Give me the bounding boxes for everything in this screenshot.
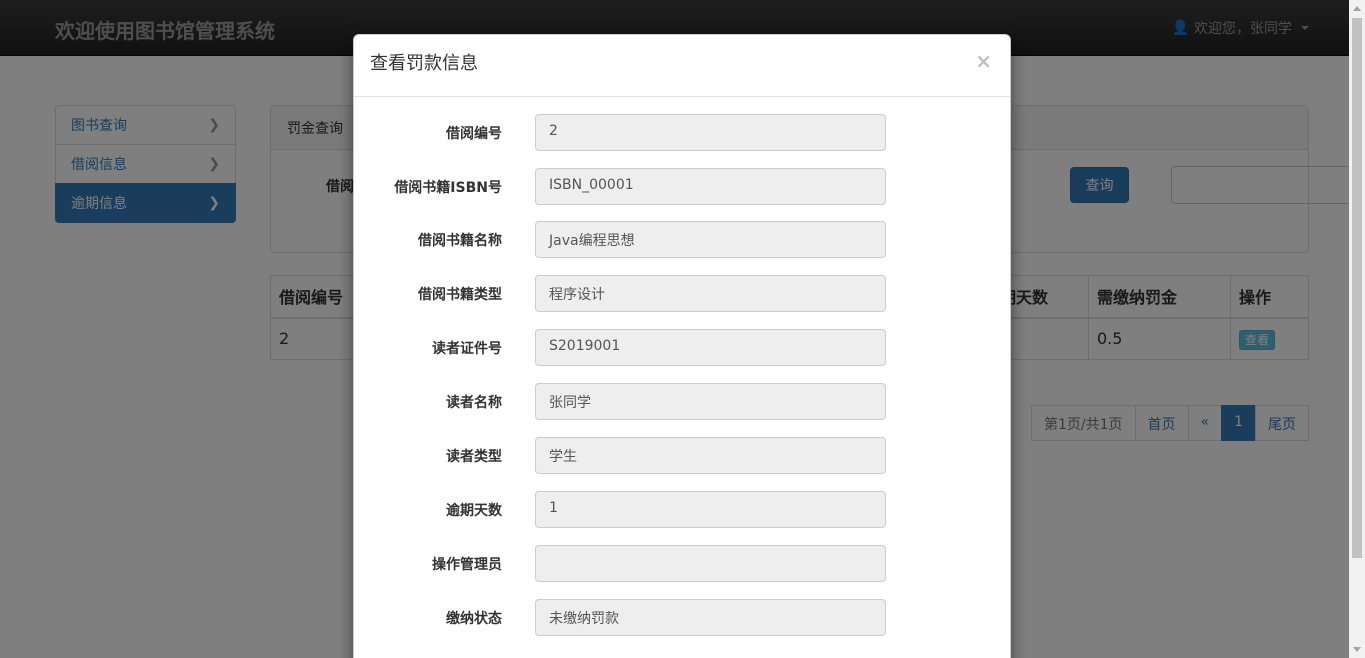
payment-status-field[interactable]: 未缴纳罚款 (535, 599, 886, 636)
form-row-payment-status: 缴纳状态 未缴纳罚款 (354, 599, 1012, 637)
field-label: 读者证件号 (432, 341, 502, 357)
field-label: 读者名称 (446, 395, 502, 411)
book-type-field[interactable]: 程序设计 (535, 275, 886, 312)
field-label: 读者类型 (446, 449, 502, 465)
borrow-id-field[interactable]: 2 (535, 114, 886, 151)
modal-header: 查看罚款信息 × (354, 35, 1010, 97)
form-row-borrow-id: 借阅编号 2 (354, 114, 1012, 152)
operator-field[interactable] (535, 545, 886, 582)
field-label: 操作管理员 (432, 557, 502, 573)
field-label: 借阅书籍类型 (418, 287, 502, 303)
form-row-reader-id: 读者证件号 S2019001 (354, 329, 1012, 367)
field-label: 逾期天数 (446, 503, 502, 519)
form-row-book-type: 借阅书籍类型 程序设计 (354, 275, 1012, 313)
form-row-book-name: 借阅书籍名称 Java编程思想 (354, 221, 1012, 259)
form-row-operator: 操作管理员 (354, 545, 1012, 583)
reader-name-field[interactable]: 张同学 (535, 383, 886, 420)
field-label: 借阅书籍名称 (418, 233, 502, 249)
modal-title: 查看罚款信息 (370, 53, 478, 74)
field-label: 借阅书籍ISBN号 (394, 180, 502, 196)
scroll-down-arrow-icon[interactable] (1353, 647, 1361, 652)
field-label: 缴纳状态 (446, 611, 502, 627)
overdue-days-field[interactable]: 1 (535, 491, 886, 528)
form-row-overdue-days: 逾期天数 1 (354, 491, 1012, 529)
close-icon[interactable]: × (975, 49, 992, 73)
fine-info-modal: 查看罚款信息 × 借阅编号 2 借阅书籍ISBN号 ISBN_00001 借阅书… (353, 34, 1011, 658)
form-row-reader-type: 读者类型 学生 (354, 437, 1012, 475)
field-label: 借阅编号 (446, 126, 502, 142)
scrollbar[interactable] (1349, 0, 1365, 658)
form-row-isbn: 借阅书籍ISBN号 ISBN_00001 (354, 168, 1012, 206)
form-row-reader-name: 读者名称 张同学 (354, 383, 1012, 421)
book-name-field[interactable]: Java编程思想 (535, 221, 886, 258)
scroll-thumb[interactable] (1352, 18, 1362, 558)
reader-id-field[interactable]: S2019001 (535, 329, 886, 366)
reader-type-field[interactable]: 学生 (535, 437, 886, 474)
isbn-field[interactable]: ISBN_00001 (535, 168, 886, 205)
scroll-up-arrow-icon[interactable] (1353, 6, 1361, 11)
